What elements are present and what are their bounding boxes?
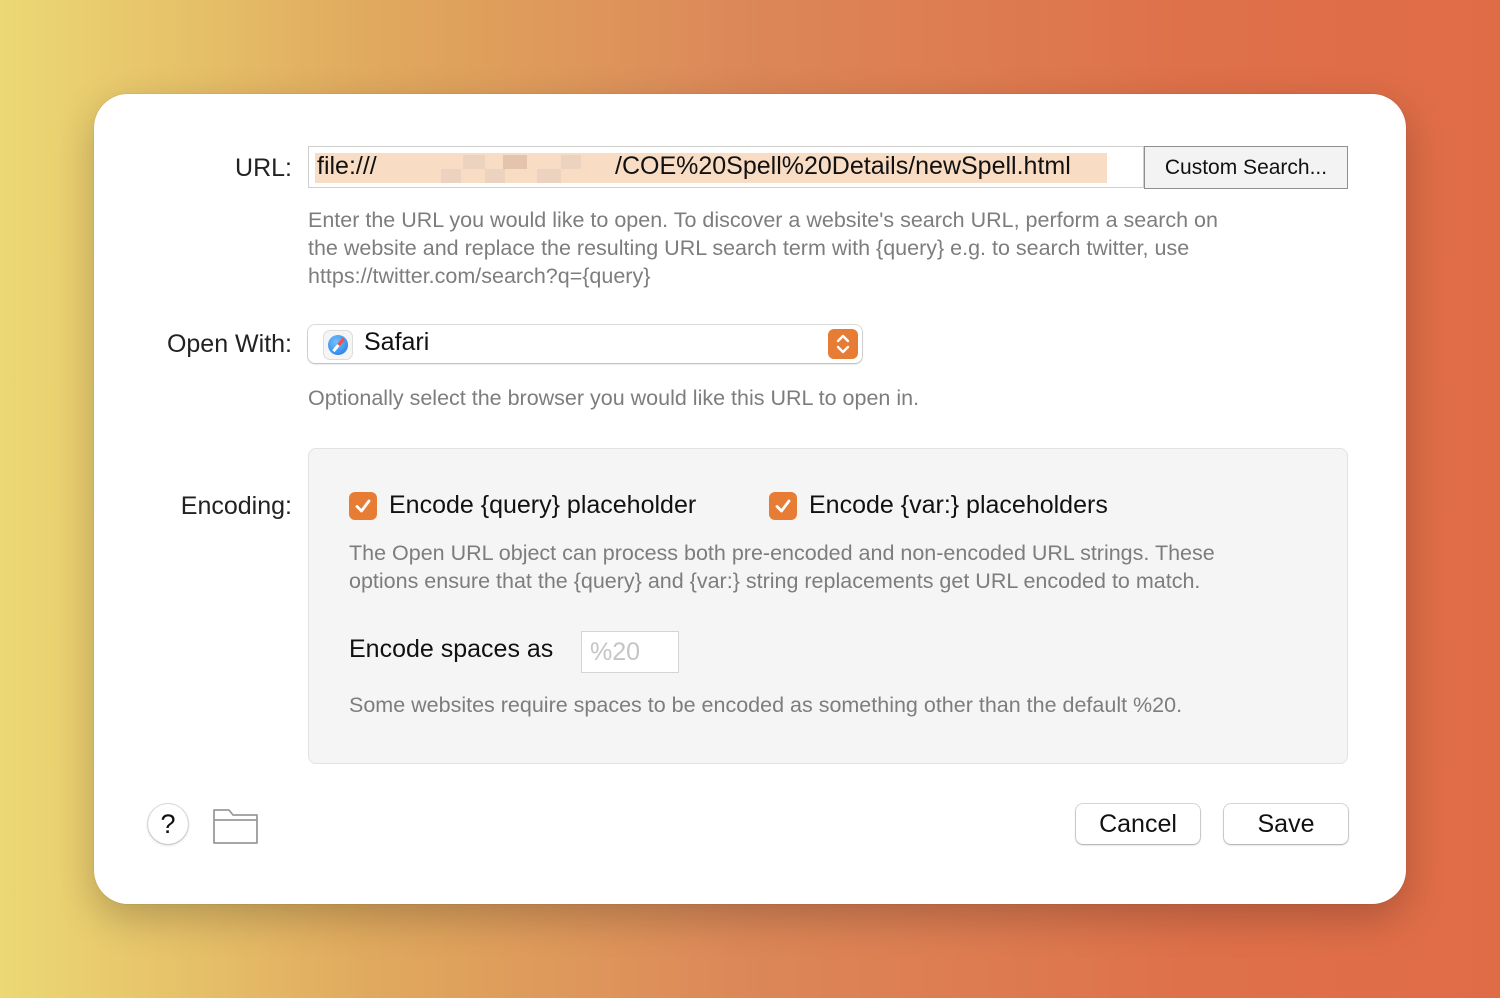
- checkmark-icon: [355, 499, 371, 512]
- url-value-prefix: file:///: [317, 152, 377, 180]
- url-field[interactable]: file:/// /COE%20Spell%20Details/newSpell…: [308, 146, 1144, 188]
- encoding-label: Encoding:: [180, 492, 292, 520]
- url-help-line: Enter the URL you would like to open. To…: [308, 208, 1218, 232]
- encode-var-checkbox[interactable]: [769, 491, 797, 520]
- help-button[interactable]: ?: [148, 804, 188, 844]
- encode-var-checkbox-row[interactable]: Encode {var:} placeholders: [769, 491, 1108, 520]
- encode-spaces-label: Encode spaces as: [349, 635, 554, 663]
- open-with-help: Optionally select the browser you would …: [308, 386, 920, 410]
- encode-spaces-input[interactable]: %20: [581, 631, 679, 673]
- browser-select[interactable]: Safari: [308, 325, 862, 363]
- safari-icon: [324, 331, 352, 359]
- folder-icon[interactable]: [212, 806, 260, 846]
- custom-search-button[interactable]: Custom Search...: [1144, 146, 1348, 189]
- save-button[interactable]: Save: [1224, 804, 1348, 844]
- encoding-panel: Encode {query} placeholder Encode {var:}…: [308, 448, 1348, 764]
- url-help-text: Enter the URL you would like to open. To…: [308, 206, 1218, 290]
- chevron-up-down-icon: [828, 329, 858, 359]
- open-url-dialog: URL: file:/// /COE%20Spell%20Details/new…: [94, 94, 1406, 904]
- encode-query-label: Encode {query} placeholder: [389, 491, 697, 519]
- encode-query-checkbox-row[interactable]: Encode {query} placeholder: [349, 491, 696, 520]
- cancel-button[interactable]: Cancel: [1076, 804, 1200, 844]
- encoding-help-text: The Open URL object can process both pre…: [349, 539, 1215, 595]
- url-value-suffix: /COE%20Spell%20Details/newSpell.html: [615, 152, 1071, 180]
- encode-spaces-help: Some websites require spaces to be encod…: [349, 693, 1183, 717]
- url-help-line: the website and replace the resulting UR…: [308, 236, 1190, 260]
- encoding-help-line: The Open URL object can process both pre…: [349, 541, 1215, 565]
- encoding-help-line: options ensure that the {query} and {var…: [349, 569, 1201, 593]
- encode-var-label: Encode {var:} placeholders: [809, 491, 1108, 519]
- url-help-line: https://twitter.com/search?q={query}: [308, 264, 651, 288]
- encode-query-checkbox[interactable]: [349, 491, 377, 520]
- url-label: URL:: [235, 154, 292, 182]
- checkmark-icon: [775, 499, 791, 512]
- open-with-label: Open With:: [166, 330, 292, 358]
- browser-select-value: Safari: [364, 328, 430, 356]
